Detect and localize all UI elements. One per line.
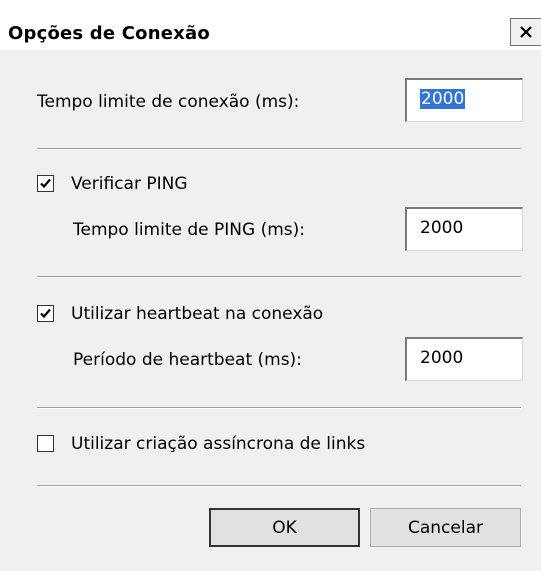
separator <box>37 485 521 487</box>
connection-timeout-value: 2000 <box>420 89 466 109</box>
heartbeat-checkbox-label[interactable]: Utilizar heartbeat na conexão <box>71 304 323 324</box>
heartbeat-period-label: Período de heartbeat (ms): <box>73 350 302 370</box>
checkmark-icon <box>40 308 51 319</box>
heartbeat-period-input[interactable]: 2000 <box>405 337 523 381</box>
heartbeat-checkbox[interactable] <box>37 305 54 322</box>
cancel-button[interactable]: Cancelar <box>370 508 521 547</box>
ping-timeout-input[interactable]: 2000 <box>405 207 523 251</box>
async-links-checkbox[interactable] <box>37 435 54 452</box>
ping-timeout-value: 2000 <box>420 218 464 238</box>
separator <box>37 148 521 150</box>
checkmark-icon <box>40 178 51 189</box>
separator <box>37 276 521 278</box>
close-button[interactable] <box>510 18 541 46</box>
async-links-checkbox-label[interactable]: Utilizar criação assíncrona de links <box>71 434 365 454</box>
ok-button[interactable]: OK <box>209 508 360 547</box>
connection-options-dialog: Opções de Conexão Tempo limite de conexã… <box>0 0 541 571</box>
ping-timeout-label: Tempo limite de PING (ms): <box>73 220 305 240</box>
separator <box>37 407 521 409</box>
dialog-body: Tempo limite de conexão (ms): 2000 Verif… <box>0 50 541 571</box>
close-icon <box>520 26 532 38</box>
connection-timeout-label: Tempo limite de conexão (ms): <box>37 92 300 112</box>
dialog-title: Opções de Conexão <box>8 23 210 44</box>
connection-timeout-input[interactable]: 2000 <box>405 78 523 122</box>
ping-checkbox[interactable] <box>37 175 54 192</box>
ping-checkbox-label[interactable]: Verificar PING <box>71 174 188 194</box>
title-bar[interactable]: Opções de Conexão <box>0 0 541 50</box>
heartbeat-period-value: 2000 <box>420 348 464 368</box>
